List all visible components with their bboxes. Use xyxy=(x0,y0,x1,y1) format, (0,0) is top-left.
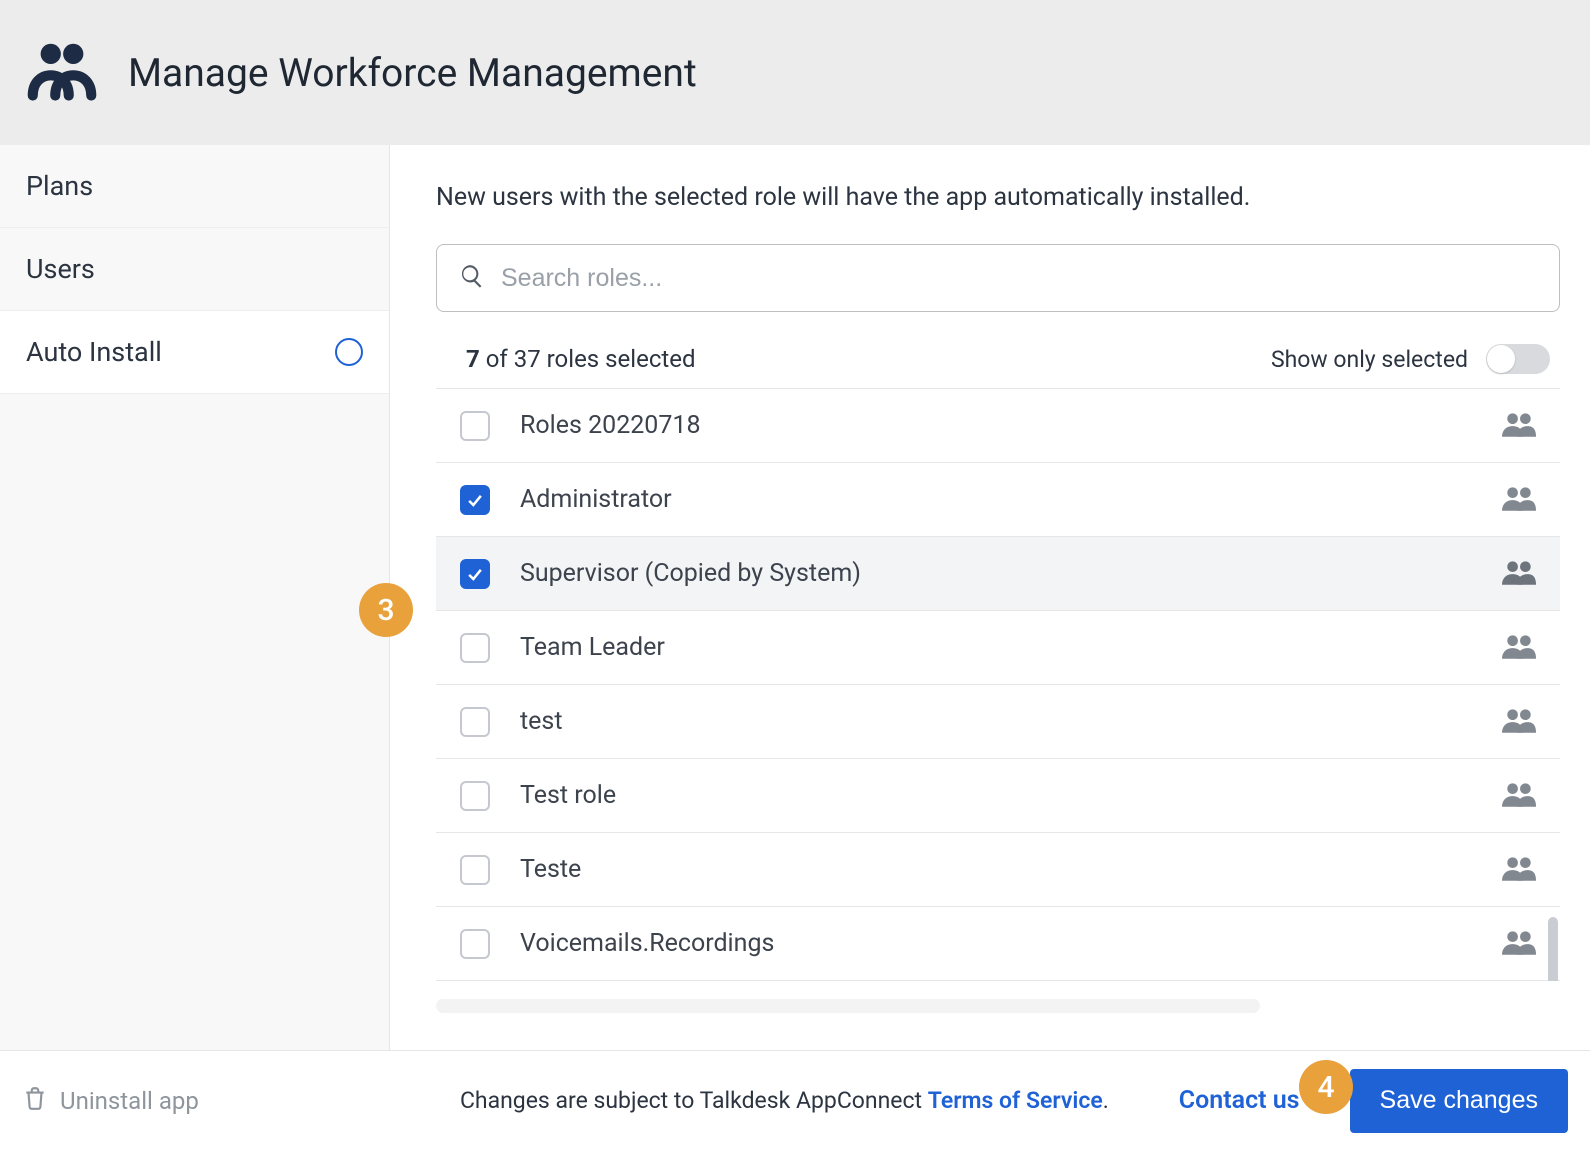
role-checkbox[interactable] xyxy=(460,781,490,811)
horizontal-scroll-hint xyxy=(436,999,1260,1013)
sidebar-item-plans[interactable]: Plans xyxy=(0,145,389,228)
search-input[interactable] xyxy=(501,264,1537,293)
role-checkbox[interactable] xyxy=(460,855,490,885)
role-row[interactable]: Administrator xyxy=(436,463,1560,537)
search-icon xyxy=(459,263,485,293)
sidebar-item-auto-install[interactable]: Auto Install xyxy=(0,311,389,394)
app-icon xyxy=(26,37,98,109)
page-title: Manage Workforce Management xyxy=(128,50,697,96)
role-row[interactable]: Voicemails.Recordings xyxy=(436,907,1560,981)
users-icon[interactable] xyxy=(1502,705,1536,739)
toggle-knob-icon xyxy=(1487,345,1515,373)
sidebar-item-label: Users xyxy=(26,253,95,285)
role-list: Roles 20220718 Administrator Supervisor (C… xyxy=(436,389,1560,981)
uninstall-app-button[interactable]: Uninstall app xyxy=(22,1085,199,1117)
save-changes-button[interactable]: Save changes xyxy=(1350,1069,1568,1133)
sidebar-item-label: Auto Install xyxy=(26,336,162,368)
main-panel: New users with the selected role will ha… xyxy=(390,145,1590,1050)
role-label: Roles 20220718 xyxy=(520,411,1472,440)
role-label: Team Leader xyxy=(520,633,1472,662)
contact-us-link[interactable]: Contact us xyxy=(1179,1086,1300,1115)
show-only-selected-label: Show only selected xyxy=(1271,346,1468,373)
users-icon[interactable] xyxy=(1502,483,1536,517)
role-row[interactable]: test xyxy=(436,685,1560,759)
users-icon[interactable] xyxy=(1502,409,1536,443)
role-row[interactable]: Teste xyxy=(436,833,1560,907)
terms-of-service-link[interactable]: Terms of Service xyxy=(928,1087,1103,1114)
role-row[interactable]: Roles 20220718 xyxy=(436,389,1560,463)
users-icon[interactable] xyxy=(1502,853,1536,887)
search-field[interactable] xyxy=(436,244,1560,312)
users-icon[interactable] xyxy=(1502,779,1536,813)
selection-summary-bar: 7 of 37 roles selected Show only selecte… xyxy=(436,332,1560,389)
role-row[interactable]: Supervisor (Copied by System) xyxy=(436,537,1560,611)
sidebar-item-users[interactable]: Users xyxy=(0,228,389,311)
role-label: Supervisor (Copied by System) xyxy=(520,559,1472,588)
show-only-selected: Show only selected xyxy=(1271,344,1550,374)
users-icon[interactable] xyxy=(1502,631,1536,665)
radio-indicator-icon xyxy=(335,338,363,366)
sidebar-item-label: Plans xyxy=(26,170,93,202)
role-checkbox[interactable] xyxy=(460,929,490,959)
intro-text: New users with the selected role will ha… xyxy=(436,183,1560,212)
callout-badge-4: 4 xyxy=(1299,1060,1353,1114)
page-header: Manage Workforce Management xyxy=(0,0,1590,145)
role-label: Test role xyxy=(520,781,1472,810)
uninstall-label: Uninstall app xyxy=(60,1087,199,1115)
role-checkbox[interactable] xyxy=(460,485,490,515)
role-checkbox[interactable] xyxy=(460,411,490,441)
footer-bar: Uninstall app Changes are subject to Tal… xyxy=(0,1050,1590,1150)
scrollbar-thumb[interactable] xyxy=(1548,917,1558,981)
show-only-selected-toggle[interactable] xyxy=(1486,344,1550,374)
users-icon[interactable] xyxy=(1502,557,1536,591)
role-checkbox[interactable] xyxy=(460,559,490,589)
users-icon[interactable] xyxy=(1502,927,1536,961)
role-checkbox[interactable] xyxy=(460,707,490,737)
role-checkbox[interactable] xyxy=(460,633,490,663)
sidebar: Plans Users Auto Install xyxy=(0,145,390,1050)
role-label: test xyxy=(520,707,1472,736)
callout-badge-3: 3 xyxy=(359,583,413,637)
role-label: Voicemails.Recordings xyxy=(520,929,1472,958)
role-row[interactable]: Test role xyxy=(436,759,1560,833)
role-row[interactable]: Team Leader xyxy=(436,611,1560,685)
selected-count-number: 7 xyxy=(466,345,480,373)
role-label: Teste xyxy=(520,855,1472,884)
role-label: Administrator xyxy=(520,485,1472,514)
terms-text: Changes are subject to Talkdesk AppConne… xyxy=(460,1087,1109,1114)
selection-count: 7 of 37 roles selected xyxy=(466,345,696,373)
trash-icon xyxy=(22,1085,48,1117)
